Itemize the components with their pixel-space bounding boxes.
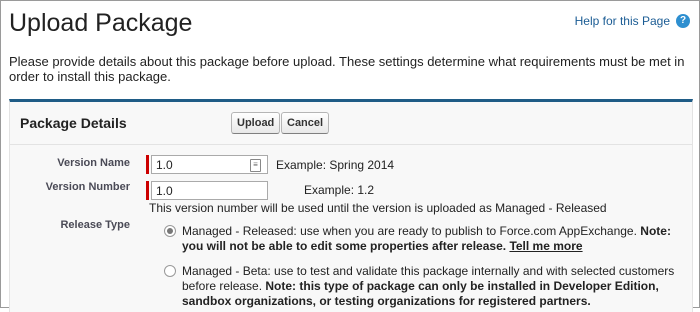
page-title: Upload Package bbox=[9, 9, 193, 37]
help-icon[interactable]: ? bbox=[676, 14, 690, 28]
version-name-label: Version Name bbox=[57, 157, 130, 169]
version-number-input[interactable] bbox=[151, 181, 268, 200]
version-name-example: Example: Spring 2014 bbox=[276, 158, 395, 172]
required-indicator bbox=[146, 181, 149, 200]
radio-managed-beta[interactable] bbox=[164, 265, 176, 277]
radio-managed-released[interactable] bbox=[164, 225, 176, 237]
option-managed-beta: Managed - Beta: use to test and validate… bbox=[182, 264, 682, 309]
lookup-icon[interactable]: ≡ bbox=[250, 159, 261, 172]
option-managed-released: Managed - Released: use when you are rea… bbox=[182, 224, 682, 254]
upload-button[interactable]: Upload bbox=[231, 112, 281, 134]
tell-me-more-link[interactable]: Tell me more bbox=[509, 239, 582, 253]
cancel-button[interactable]: Cancel bbox=[281, 112, 330, 134]
version-number-example: Example: 1.2 bbox=[304, 183, 375, 197]
option-text: Managed - Released: use when you are rea… bbox=[182, 224, 641, 238]
help-link-label[interactable]: Help for this Page bbox=[575, 14, 670, 28]
help-link[interactable]: Help for this Page ? bbox=[575, 14, 690, 28]
version-number-label: Version Number bbox=[45, 181, 130, 193]
intro-text: Please provide details about this packag… bbox=[9, 54, 685, 84]
release-type-label: Release Type bbox=[60, 219, 130, 231]
version-number-note: This version number will be used until t… bbox=[149, 201, 607, 215]
panel-title: Package Details bbox=[20, 115, 127, 131]
panel-header: Package Details Upload Cancel bbox=[10, 102, 692, 145]
package-details-panel: Package Details Upload Cancel Version Na… bbox=[9, 99, 693, 312]
required-indicator bbox=[146, 155, 149, 174]
